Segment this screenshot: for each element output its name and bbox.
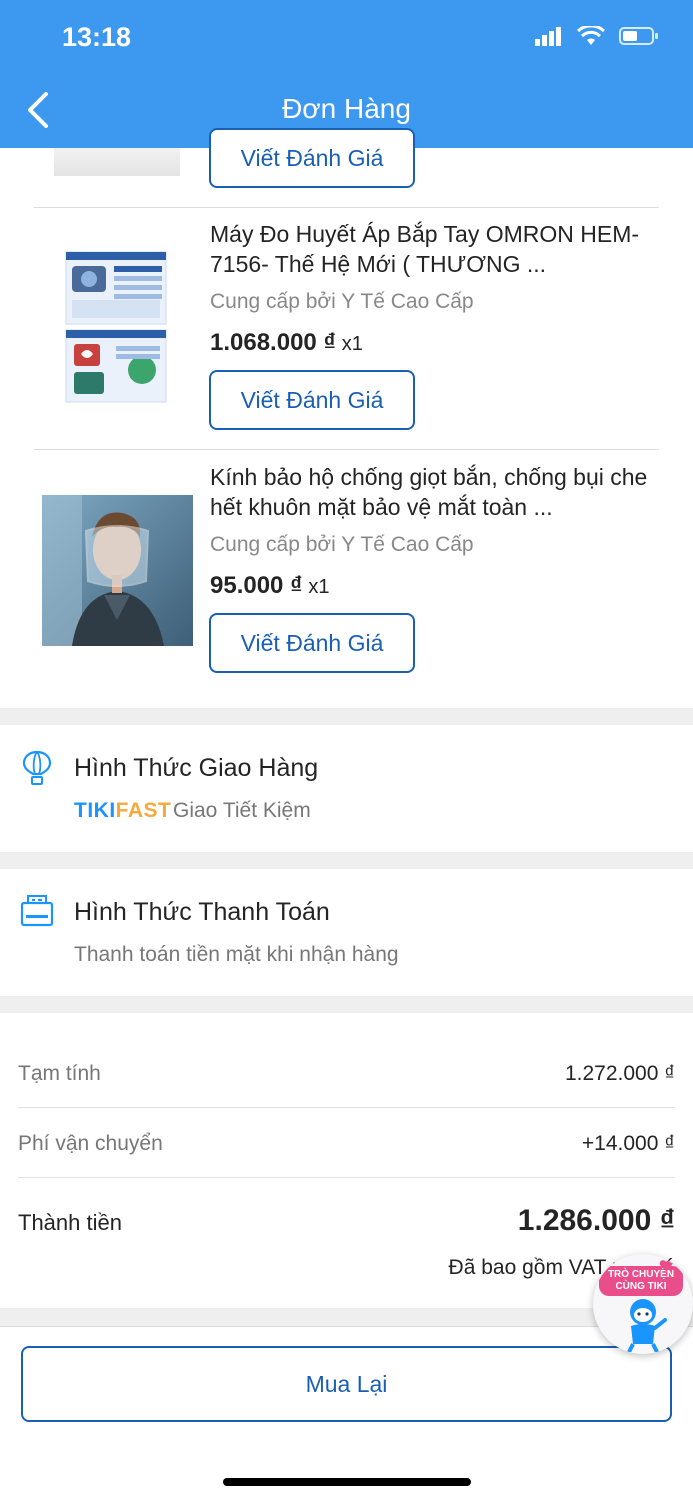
shipping-fee-label: Phí vận chuyển [18, 1132, 163, 1155]
product-thumbnail-omron[interactable] [64, 250, 168, 404]
product-divider [34, 449, 659, 450]
payment-method: Thanh toán tiền mặt khi nhận hàng [74, 943, 399, 966]
battery-icon [619, 27, 658, 45]
payment-icon [20, 895, 54, 927]
total-label: Thành tiền [18, 1210, 122, 1235]
product-divider [34, 207, 659, 208]
total-value: 1.286.000 ₫ [517, 1204, 675, 1237]
product-price: 95.000 ₫ x1 [210, 572, 330, 600]
product-price: 1.068.000 ₫ x1 [210, 329, 363, 357]
section-separator [0, 852, 693, 869]
subtotal-label: Tạm tính [18, 1062, 101, 1085]
shipping-fee-value: +14.000 ₫ [581, 1132, 675, 1155]
heart-icon [659, 1260, 673, 1271]
subtotal-value: 1.272.000 ₫ [564, 1062, 675, 1085]
section-separator [0, 708, 693, 725]
shipping-method: Giao Tiết Kiệm [173, 799, 311, 822]
quantity: x1 [341, 333, 363, 355]
product-thumbnail-face-shield[interactable] [42, 495, 193, 646]
summary-divider [18, 1107, 675, 1108]
buy-again-button[interactable]: Mua Lại [21, 1346, 672, 1422]
product-name[interactable]: Máy Đo Huyết Áp Bắp Tay OMRON HEM-7156- … [210, 219, 660, 279]
tikifast-logo: TIKIFAST [74, 799, 171, 823]
quantity: x1 [308, 576, 330, 598]
home-indicator [223, 1478, 471, 1486]
product-thumbnail-partial[interactable] [54, 148, 180, 176]
delivery-balloon-icon [22, 750, 52, 785]
section-separator [0, 1308, 693, 1326]
status-time: 13:18 [62, 22, 132, 52]
shipping-section-title: Hình Thức Giao Hàng [74, 754, 319, 782]
signal-icon [535, 27, 561, 46]
product-seller: Cung cấp bởi Y Tế Cao Cấp [210, 533, 474, 556]
tikifast-logo-a: TIKI [74, 799, 116, 822]
status-icons [535, 26, 659, 46]
chat-with-tiki-button[interactable]: TRÒ CHUYỆN CÙNG TIKI [593, 1254, 693, 1354]
product-name[interactable]: Kính bảo hộ chống giọt bắn, chống bụi ch… [210, 462, 660, 522]
write-review-button[interactable]: Viết Đánh Giá [209, 370, 415, 430]
product-seller: Cung cấp bởi Y Tế Cao Cấp [210, 290, 474, 313]
tiki-mascot-icon [627, 1299, 667, 1352]
price-value: 1.068.000 ₫ [210, 329, 336, 356]
wifi-icon [577, 26, 605, 45]
write-review-button[interactable]: Viết Đánh Giá [209, 613, 415, 673]
page-title: Đơn Hàng [282, 93, 411, 124]
summary-divider [18, 1177, 675, 1178]
tikifast-logo-b: FAST [115, 799, 172, 822]
write-review-button[interactable]: Viết Đánh Giá [209, 128, 415, 188]
payment-section-title: Hình Thức Thanh Toán [74, 898, 330, 926]
app-header: 13:18 Đơn Hàng [0, 0, 693, 148]
section-separator [0, 996, 693, 1013]
price-value: 95.000 ₫ [210, 572, 303, 599]
